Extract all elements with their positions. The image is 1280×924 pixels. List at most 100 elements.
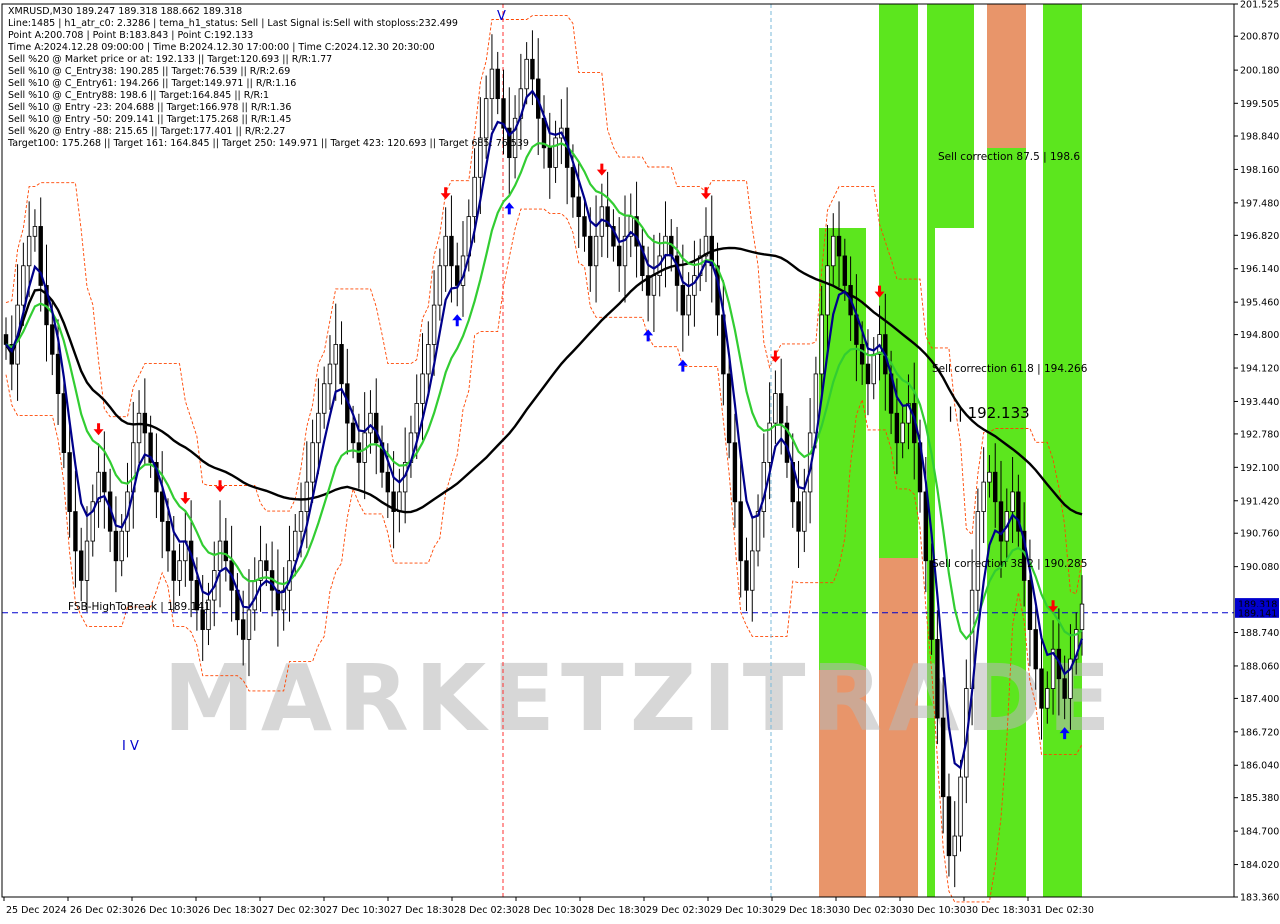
x-tick-label-4: 27 Dec 02:30 (262, 905, 326, 916)
candle-body-84 (489, 68, 495, 100)
candle-body-155 (900, 422, 905, 444)
candle-body-148 (859, 344, 865, 365)
candle-body-162 (940, 717, 946, 798)
candle-body-60 (350, 422, 356, 444)
y-tick-label-27: 184.020 (1240, 860, 1279, 871)
candle-body-94 (547, 147, 552, 168)
candle-body-42 (246, 609, 252, 640)
price-tag-19: 189.141 (1238, 608, 1277, 619)
candle-body-149 (865, 363, 871, 385)
info-line-11: Target100: 175.268 || Target 161: 164.84… (7, 138, 529, 149)
y-tick-label-8: 196.140 (1240, 264, 1279, 275)
candle-body-29 (171, 550, 176, 581)
info-line-10: Sell %20 @ Entry -88: 215.65 || Target:1… (8, 126, 285, 137)
candle-body-98 (570, 167, 576, 198)
fsb-label: FSB-HighToBreak | 189.141 (68, 601, 211, 613)
candle-body-41 (240, 619, 246, 640)
candle-body-142 (825, 265, 830, 316)
x-tick-label-16: 31 Dec 02:30 (1030, 905, 1094, 916)
candle-body-128 (744, 560, 749, 591)
candle-body-85 (495, 68, 500, 100)
candle-body-14 (84, 540, 90, 581)
candle-body-99 (576, 196, 581, 218)
candle-body-74 (431, 304, 437, 345)
candle-body-102 (593, 235, 599, 267)
candle-body-5 (32, 226, 38, 237)
candle-body-4 (26, 235, 32, 267)
y-tick-label-7: 196.820 (1240, 231, 1279, 242)
y-tick-label-11: 194.120 (1240, 364, 1279, 375)
candle-body-75 (437, 265, 443, 306)
candle-body-186 (1079, 603, 1085, 630)
candle-body-160 (929, 560, 934, 640)
candle-body-164 (952, 835, 957, 857)
y-tick-label-21: 188.060 (1240, 661, 1279, 672)
candle-body-106 (617, 245, 622, 267)
candle-body-163 (946, 796, 952, 857)
candle-body-125 (726, 373, 732, 444)
info-line-9: Sell %10 @ Entry -50: 209.141 || Target:… (8, 114, 291, 125)
candle-body-133 (773, 393, 778, 424)
candle-body-27 (159, 491, 165, 522)
candle-body-54 (316, 412, 321, 444)
x-tick-label-13: 30 Dec 02:30 (838, 905, 902, 916)
y-tick-label-24: 186.040 (1240, 761, 1279, 772)
candle-body-126 (732, 442, 738, 503)
zone-4 (927, 4, 974, 228)
candle-body-150 (871, 353, 876, 385)
y-tick-label-12: 193.440 (1240, 397, 1279, 408)
candle-body-90 (524, 58, 529, 90)
candle-body-183 (1062, 678, 1067, 699)
candle-body-77 (449, 235, 454, 267)
y-tick-label-0: 201.525 (1240, 0, 1279, 11)
x-tick-label-6: 27 Dec 18:30 (390, 905, 454, 916)
zone-7 (987, 4, 1026, 148)
candle-body-63 (368, 412, 373, 434)
info-line-2: Point A:200.708 | Point B:183.843 | Poin… (8, 30, 253, 41)
candle-body-174 (1010, 491, 1015, 512)
candle-body-83 (483, 98, 489, 139)
candle-body-100 (582, 216, 587, 237)
y-tick-label-1: 200.870 (1240, 32, 1279, 43)
candle-body-73 (426, 344, 431, 375)
y-tick-label-28: 183.360 (1240, 893, 1279, 904)
candle-body-76 (443, 235, 448, 267)
chart-root: MARKETZITRADE FSB-HighToBreak | 189.141 … (0, 0, 1280, 920)
candle-body-53 (310, 442, 315, 483)
candle-body-117 (680, 285, 686, 316)
info-line-3: Time A:2024.12.28 09:00:00 | Time B:2024… (7, 42, 435, 53)
candle-body-141 (819, 314, 824, 375)
candle-body-130 (755, 511, 761, 552)
y-tick-label-22: 187.400 (1240, 694, 1279, 705)
sell-correction-618-label: Sell correction 61.8 | 194.266 (932, 363, 1088, 375)
y-tick-label-6: 197.480 (1240, 198, 1279, 209)
candle-body-81 (472, 176, 477, 218)
candle-body-72 (420, 373, 425, 404)
candle-body-50 (293, 530, 298, 562)
candle-body-91 (530, 58, 535, 80)
wave-v-label: V (497, 9, 506, 24)
candle-body-20 (119, 530, 124, 562)
candle-body-11 (67, 452, 72, 512)
price-chart[interactable]: MARKETZITRADE FSB-HighToBreak | 189.141 … (0, 0, 1280, 920)
candle-body-169 (981, 481, 986, 512)
y-tick-label-3: 199.505 (1240, 99, 1279, 110)
candle-body-95 (553, 137, 558, 168)
candle-body-55 (321, 383, 327, 414)
zone-8 (1043, 4, 1082, 897)
candle-body-180 (1045, 688, 1050, 709)
candle-body-145 (842, 255, 848, 286)
candle-body-112 (651, 275, 657, 296)
sell-correction-875-label: Sell correction 87.5 | 198.6 (938, 151, 1080, 163)
x-tick-label-1: 26 Dec 02:30 (70, 905, 134, 916)
y-tick-label-20: 188.740 (1240, 628, 1279, 639)
price-axis[interactable]: 201.525 200.870 200.180 199.505 198.840 198.1… (1233, 0, 1280, 920)
y-tick-label-16: 190.760 (1240, 529, 1279, 540)
candle-body-58 (339, 344, 344, 385)
candle-body-66 (385, 471, 391, 493)
candle-body-170 (987, 471, 992, 483)
candle-body-9 (55, 353, 61, 394)
info-line-6: Sell %10 @ C_Entry61: 194.266 || Target:… (8, 78, 296, 89)
candle-body-161 (935, 638, 940, 719)
candle-body-23 (136, 412, 142, 444)
